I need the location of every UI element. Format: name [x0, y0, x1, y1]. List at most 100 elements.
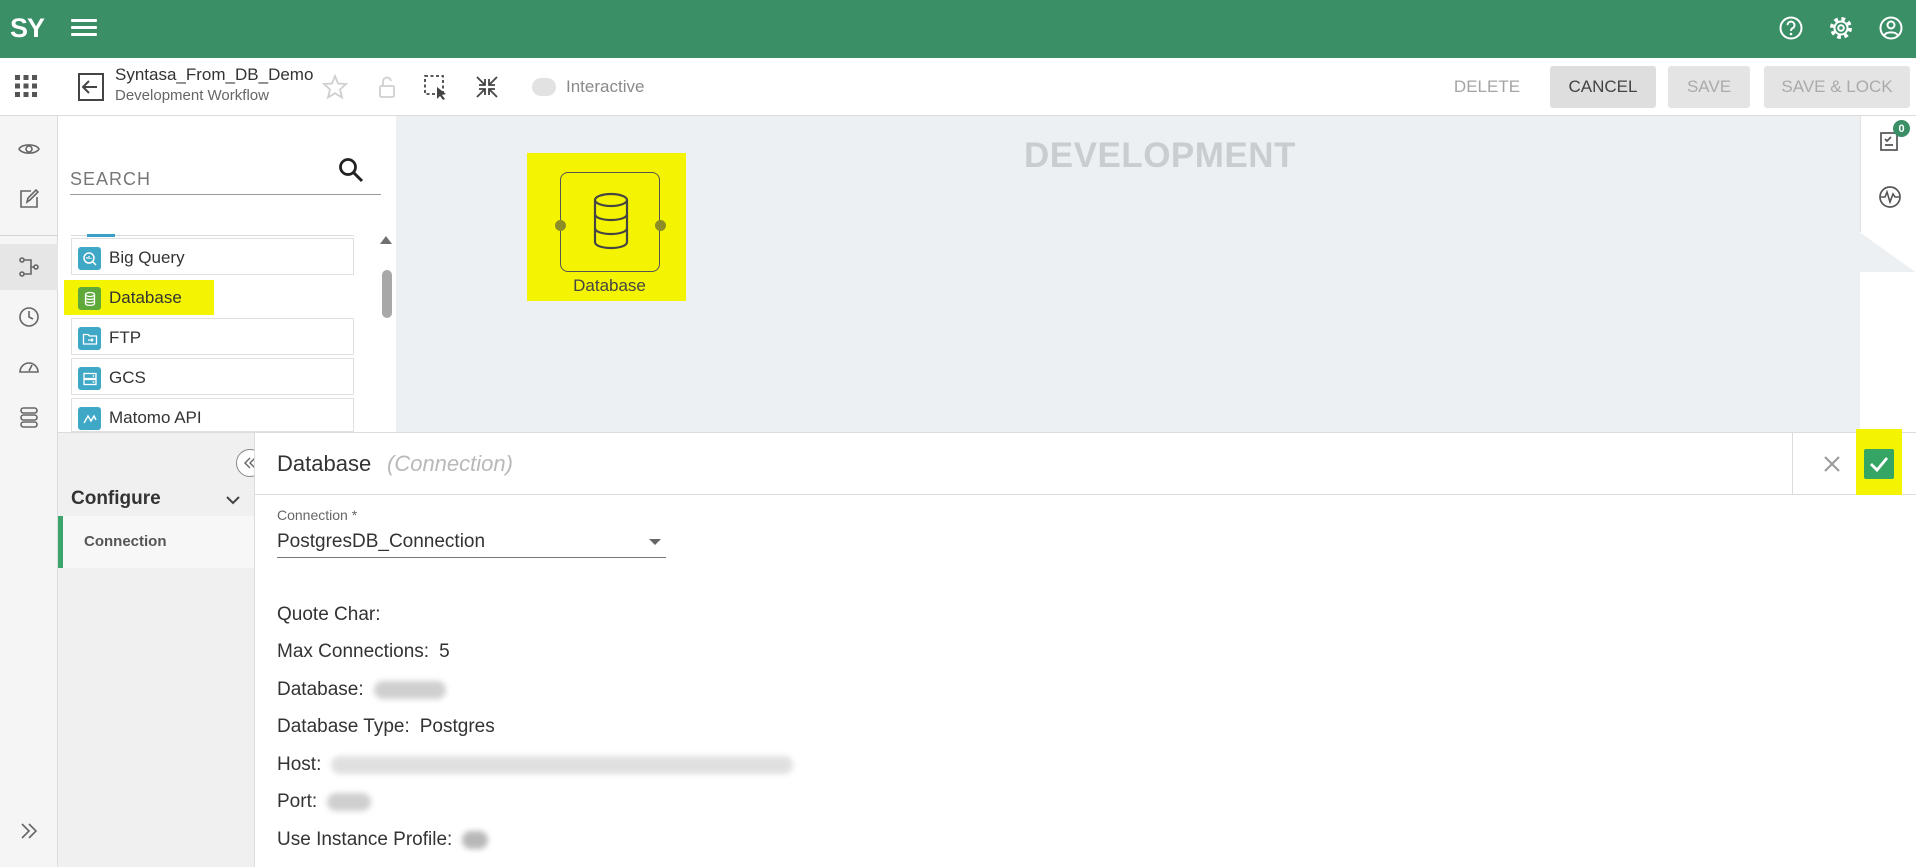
edit-icon — [20, 188, 40, 208]
activity-monitor-icon[interactable] — [1877, 184, 1903, 210]
interactive-toggle[interactable] — [532, 78, 556, 96]
database-icon — [78, 287, 101, 310]
search-icon[interactable] — [337, 156, 365, 184]
redacted-value — [462, 830, 489, 849]
rail-divider — [0, 235, 58, 236]
save-and-lock-button[interactable]: SAVE & LOCK — [1764, 66, 1910, 108]
app-header: SY — [0, 0, 1916, 58]
palette-item-matomo[interactable]: Matomo API — [71, 398, 354, 432]
favorite-star-icon[interactable] — [320, 72, 350, 102]
right-rail-corner — [1860, 232, 1916, 272]
gauge-icon — [19, 362, 39, 373]
matomo-icon — [78, 407, 101, 430]
palette-scrollbar-thumb[interactable] — [382, 270, 392, 318]
interactive-label: Interactive — [566, 77, 645, 96]
palette-item-label: Big Query — [109, 248, 185, 267]
storage-stack-icon — [20, 407, 38, 428]
clock-icon — [19, 307, 39, 327]
scroll-up-arrow[interactable] — [380, 236, 392, 244]
node-name: Database — [277, 451, 372, 476]
left-nav-rail — [0, 116, 58, 867]
prop-label: Use Instance Profile: — [277, 829, 453, 850]
node-label: Database — [573, 276, 646, 295]
palette-item-ftp[interactable]: FTP — [71, 318, 354, 355]
exit-workflow-icon[interactable] — [76, 71, 106, 103]
palette-item-database[interactable]: Database — [71, 278, 354, 315]
search-underline — [70, 194, 381, 195]
rail-schedule[interactable] — [0, 294, 58, 340]
canvas-database-node[interactable]: Database — [527, 153, 686, 301]
rail-workflow[interactable] — [0, 244, 58, 290]
palette-item-label: Matomo API — [109, 408, 202, 427]
list-item-partial — [71, 234, 354, 237]
rail-edit[interactable] — [0, 176, 58, 222]
workflow-title: Syntasa_From_DB_Demo — [115, 65, 314, 84]
connection-select[interactable]: PostgresDB_Connection — [277, 528, 666, 558]
configure-title: Configure — [71, 488, 161, 509]
confirm-button[interactable] — [1864, 449, 1894, 479]
connection-field-label: Connection * — [277, 507, 358, 523]
rail-view[interactable] — [0, 126, 58, 172]
palette-item-label: GCS — [109, 368, 146, 387]
prop-label: Database: — [277, 679, 364, 700]
prop-label: Port: — [277, 791, 318, 812]
fit-to-screen-icon[interactable] — [472, 72, 502, 102]
notification-badge: 0 — [1893, 120, 1910, 137]
palette-search-input[interactable] — [70, 164, 370, 194]
workflow-subtitle: Development Workflow — [115, 87, 269, 104]
save-button[interactable]: SAVE — [1668, 66, 1750, 108]
gcs-icon — [78, 367, 101, 390]
prop-label: Max Connections: — [277, 641, 430, 662]
workflow-toolbar: Syntasa_From_DB_Demo Development Workflo… — [0, 58, 1916, 116]
prop-max-connections: Max Connections: 5 — [277, 641, 450, 663]
app-logo[interactable]: SY — [10, 13, 45, 44]
palette-item-label: Database — [109, 288, 182, 307]
rail-dashboard[interactable] — [0, 344, 58, 390]
rail-datastore[interactable] — [0, 394, 58, 440]
prop-database-type: Database Type: Postgres — [277, 716, 495, 738]
database-node-box — [560, 172, 660, 272]
redacted-value — [327, 792, 372, 811]
output-port[interactable] — [655, 220, 666, 231]
apps-grid-icon[interactable] — [14, 74, 38, 98]
cancel-button[interactable]: CANCEL — [1550, 66, 1656, 108]
prop-use-instance-profile: Use Instance Profile: — [277, 829, 489, 851]
close-icon[interactable] — [1820, 452, 1844, 476]
workflow-icon — [19, 257, 39, 277]
configure-header: Database (Connection) — [255, 429, 1916, 495]
prop-value: 5 — [439, 641, 450, 662]
configure-sidebar: Configure Connection — [58, 432, 254, 867]
configure-item-connection[interactable]: Connection — [58, 516, 254, 568]
settings-gear-icon[interactable] — [1826, 13, 1856, 43]
delete-button[interactable]: DELETE — [1443, 66, 1531, 108]
user-account-icon[interactable] — [1876, 13, 1906, 43]
prop-label: Host: — [277, 754, 322, 775]
node-type: (Connection) — [387, 451, 513, 476]
prop-quote-char: Quote Char: — [277, 604, 391, 626]
redacted-value — [373, 680, 446, 699]
configure-item-label: Connection — [84, 533, 167, 550]
bigquery-icon — [78, 247, 101, 270]
palette-item-bigquery[interactable]: Big Query — [71, 238, 354, 275]
dropdown-caret-icon — [649, 539, 661, 545]
help-icon[interactable] — [1776, 13, 1806, 43]
select-area-icon[interactable] — [421, 72, 451, 102]
prop-value: Postgres — [419, 716, 495, 737]
check-icon — [1870, 457, 1889, 473]
double-chevron-right-icon — [21, 823, 38, 839]
prop-label: Database Type: — [277, 716, 410, 737]
input-port[interactable] — [555, 220, 566, 231]
eye-icon — [18, 144, 40, 154]
unlock-icon[interactable] — [372, 72, 402, 102]
database-icon — [593, 192, 629, 250]
header-divider — [1792, 433, 1793, 495]
prop-database: Database: — [277, 679, 446, 701]
menu-icon[interactable] — [71, 16, 97, 40]
redacted-value — [331, 755, 794, 774]
node-palette: Big Query Database FTP GCS Matomo API — [58, 116, 396, 432]
prop-host: Host: — [277, 754, 794, 776]
rail-expand[interactable] — [0, 808, 58, 854]
chevron-down-icon[interactable] — [222, 489, 244, 511]
prop-port: Port: — [277, 791, 372, 813]
palette-item-gcs[interactable]: GCS — [71, 358, 354, 395]
